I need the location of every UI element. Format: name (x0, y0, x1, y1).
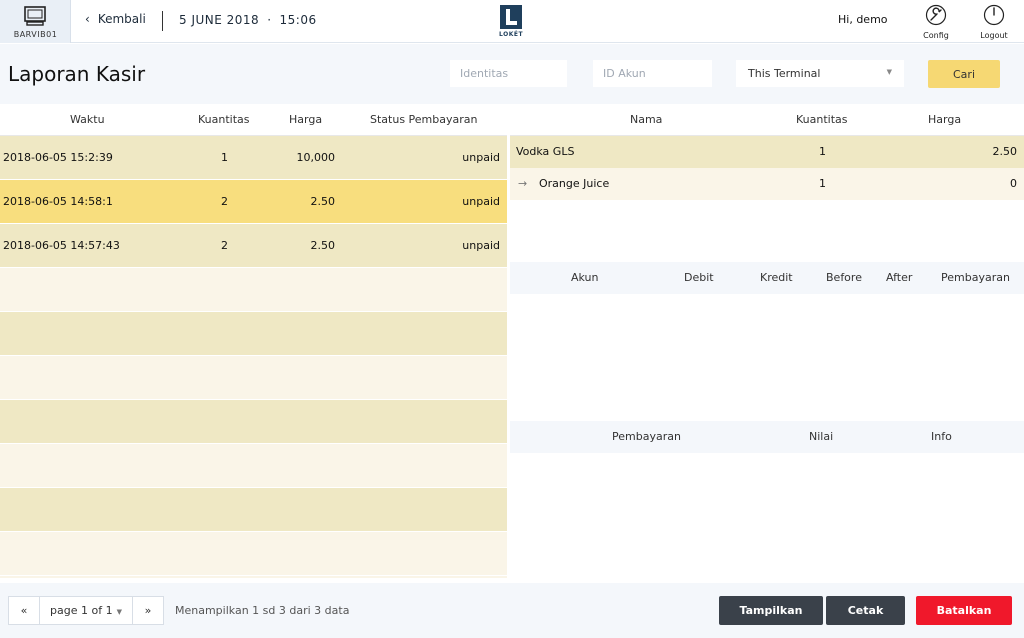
table-row-selected[interactable]: 2018-06-05 14:58:1 2 2.50 unpaid (0, 180, 507, 224)
logo-text: LOKÉT (499, 31, 524, 38)
config-button[interactable]: Config (916, 4, 956, 40)
terminal-select[interactable]: This Terminal ▼ (736, 60, 904, 87)
back-button[interactable]: ‹ Kembali (85, 12, 146, 26)
column-harga: Harga (928, 113, 962, 126)
terminal-name: BARVIB01 (13, 30, 58, 39)
page-select-value: page 1 of 1 (50, 604, 113, 617)
cell-harga: 2.50 (310, 195, 336, 208)
footer-bar: « page 1 of 1 ▼ » Menampilkan 1 sd 3 dari… (0, 583, 1024, 638)
item-kuantitas: 1 (819, 145, 826, 158)
cell-waktu: 2018-06-05 14:57:43 (3, 239, 120, 252)
arrow-right-icon: → (518, 177, 528, 190)
caret-down-icon: ▼ (886, 68, 892, 76)
wrench-icon (925, 4, 947, 26)
cell-status: unpaid (462, 239, 500, 252)
date-time: 5 JUNE 2018 · 15:06 (179, 13, 317, 27)
page-title: Laporan Kasir (8, 62, 146, 86)
top-bar: BARVIB01 ‹ Kembali 5 JUNE 2018 · 15:06 LOKÉ… (0, 0, 1024, 43)
column-akun: Akun (571, 271, 599, 284)
page-select[interactable]: page 1 of 1 ▼ (40, 597, 133, 624)
column-before: Before (826, 271, 862, 284)
header-divider (162, 11, 163, 31)
print-button[interactable]: Cetak (826, 596, 905, 625)
cell-status: unpaid (462, 195, 500, 208)
terminal-select-value: This Terminal (748, 67, 821, 80)
cell-harga: 10,000 (296, 151, 336, 164)
transactions-table: Waktu Kuantitas Harga Status Pembayaran … (0, 104, 507, 578)
items-table: Nama Kuantitas Harga Vodka GLS 1 2.50 → … (510, 104, 1024, 262)
search-button[interactable]: Cari (928, 60, 1000, 88)
cell-waktu: 2018-06-05 14:58:1 (3, 195, 113, 208)
column-info: Info (931, 430, 952, 443)
pagination: « page 1 of 1 ▼ » (8, 596, 164, 625)
column-kredit: Kredit (760, 271, 793, 284)
date-text: 5 JUNE 2018 (179, 13, 260, 27)
cell-status: unpaid (462, 151, 500, 164)
loket-logo: LOKÉT (499, 5, 523, 39)
empty-row (0, 312, 507, 356)
column-waktu: Waktu (70, 113, 105, 126)
accounts-table: Akun Debit Kredit Before After Pembayara… (510, 262, 1024, 421)
computer-icon (24, 6, 46, 26)
item-name: Orange Juice (539, 177, 610, 190)
table-row[interactable]: 2018-06-05 14:57:43 2 2.50 unpaid (0, 224, 507, 268)
item-harga: 0 (1010, 177, 1017, 190)
empty-row (0, 356, 507, 400)
item-name: Vodka GLS (516, 145, 575, 158)
cell-kuantitas: 1 (221, 151, 228, 164)
date-time-separator: · (267, 13, 272, 27)
payments-header: Pembayaran Nilai Info (510, 421, 1024, 453)
column-pembayaran: Pembayaran (941, 271, 1010, 284)
time-text: 15:06 (279, 13, 317, 27)
column-pembayaran: Pembayaran (612, 430, 681, 443)
item-row[interactable]: Vodka GLS 1 2.50 (510, 136, 1024, 168)
payments-table: Pembayaran Nilai Info (510, 421, 1024, 578)
logout-label: Logout (980, 31, 1008, 40)
logo-mark-icon (500, 5, 522, 29)
show-button[interactable]: Tampilkan (719, 596, 823, 625)
column-status-pembayaran: Status Pembayaran (370, 113, 478, 126)
empty-row (0, 268, 507, 312)
power-icon (983, 4, 1005, 26)
cell-kuantitas: 2 (221, 195, 228, 208)
filter-bar: Laporan Kasir This Terminal ▼ Cari (0, 44, 1024, 104)
cell-waktu: 2018-06-05 15:2:39 (3, 151, 113, 164)
terminal-button[interactable]: BARVIB01 (0, 0, 71, 43)
column-nama: Nama (630, 113, 663, 126)
empty-row (0, 400, 507, 444)
cell-harga: 2.50 (310, 239, 336, 252)
empty-row (0, 532, 507, 576)
detail-panel: Nama Kuantitas Harga Vodka GLS 1 2.50 → … (510, 104, 1024, 578)
showing-count: Menampilkan 1 sd 3 dari 3 data (175, 604, 350, 617)
items-header: Nama Kuantitas Harga (510, 104, 1024, 136)
column-after: After (886, 271, 913, 284)
caret-down-icon: ▼ (116, 608, 122, 616)
item-kuantitas: 1 (819, 177, 826, 190)
column-kuantitas: Kuantitas (198, 113, 250, 126)
identitas-input[interactable] (450, 60, 567, 87)
config-label: Config (923, 31, 949, 40)
column-nilai: Nilai (809, 430, 834, 443)
column-debit: Debit (684, 271, 714, 284)
table-row[interactable]: 2018-06-05 15:2:39 1 10,000 unpaid (0, 136, 507, 180)
back-label: Kembali (97, 12, 146, 26)
empty-row (0, 444, 507, 488)
cell-kuantitas: 2 (221, 239, 228, 252)
accounts-header: Akun Debit Kredit Before After Pembayara… (510, 262, 1024, 294)
last-page-button[interactable]: » (133, 597, 163, 624)
user-greeting: Hi, demo (838, 13, 888, 26)
item-row-sub[interactable]: → Orange Juice 1 0 (510, 168, 1024, 200)
item-harga: 2.50 (992, 145, 1018, 158)
logout-button[interactable]: Logout (974, 4, 1014, 40)
cancel-button[interactable]: Batalkan (916, 596, 1012, 625)
column-kuantitas: Kuantitas (796, 113, 848, 126)
column-harga: Harga (289, 113, 323, 126)
empty-row (0, 488, 507, 532)
first-page-button[interactable]: « (9, 597, 40, 624)
chevron-left-icon: ‹ (85, 12, 90, 26)
id-akun-input[interactable] (593, 60, 712, 87)
transactions-header: Waktu Kuantitas Harga Status Pembayaran (0, 104, 507, 136)
